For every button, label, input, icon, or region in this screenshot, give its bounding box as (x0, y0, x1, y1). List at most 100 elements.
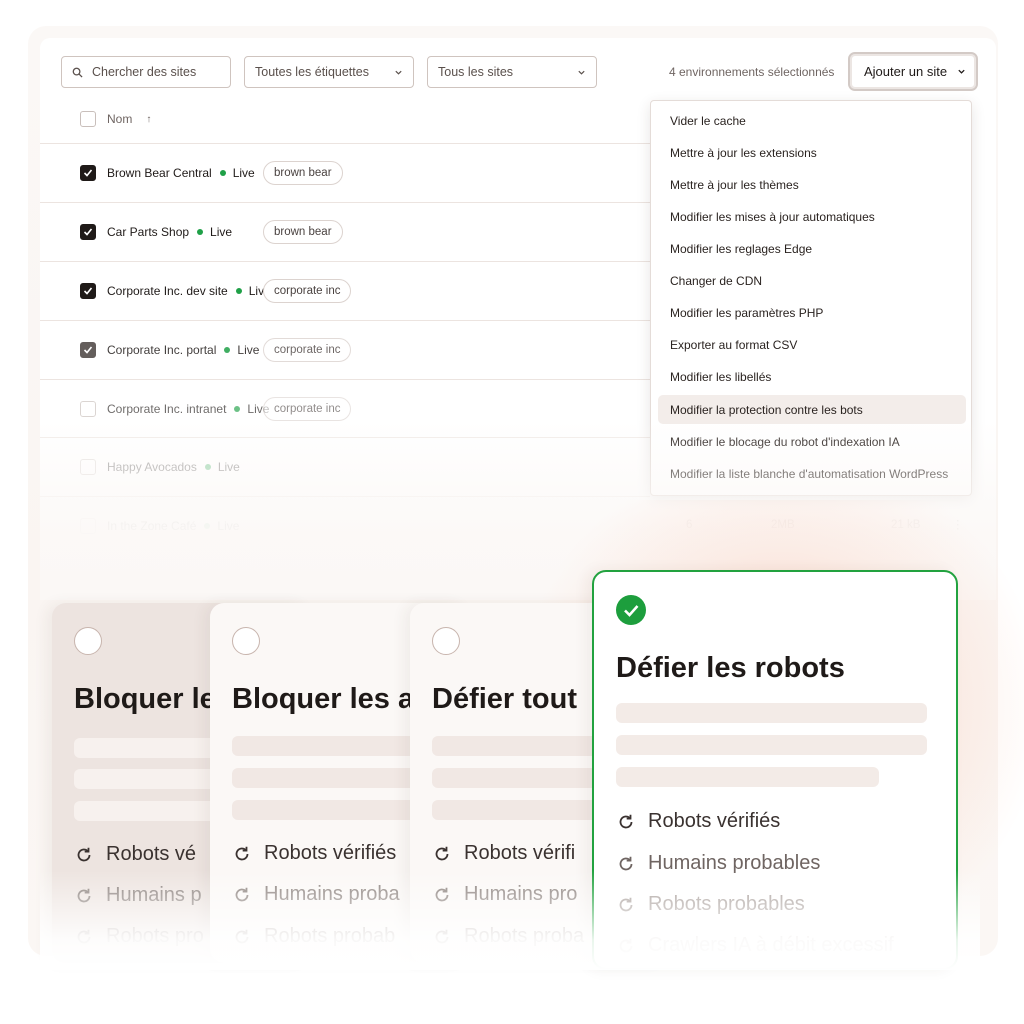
table-row[interactable]: In the Zone Café Live (80, 514, 640, 538)
menu-item-ai-crawler-blocking[interactable]: Modifier le blocage du robot d'indexatio… (658, 427, 966, 456)
chevron-down-icon (958, 69, 965, 74)
radio-button[interactable] (432, 627, 460, 655)
table-row[interactable]: Happy Avocados Live (80, 455, 640, 479)
option-card-selected[interactable]: Défier les robots Robots vérifiés Humain… (592, 570, 958, 970)
status-label: Live (217, 460, 240, 474)
site-name[interactable]: Corporate Inc. dev site (107, 284, 228, 298)
feature-item: Humains p (74, 884, 202, 907)
more-options-icon[interactable]: ⋮ (952, 517, 964, 531)
status-dot (224, 347, 231, 353)
menu-item-bot-protection[interactable]: Modifier la protection contre les bots (658, 395, 966, 424)
card-title: Défier tout (432, 683, 577, 715)
app-frame: Chercher des sites Toutes les étiquettes… (0, 0, 1024, 1024)
row-checkbox[interactable] (80, 283, 96, 299)
menu-item-edit-labels[interactable]: Modifier les libellés (658, 362, 966, 391)
feature-item: Crawlers IA à débit excessif (616, 934, 894, 957)
status-dot (204, 523, 211, 529)
refresh-icon (235, 929, 249, 943)
menu-item-update-plugins[interactable]: Mettre à jour les extensions (658, 138, 966, 167)
row-checkbox[interactable] (80, 518, 96, 534)
menu-item-edge-settings[interactable]: Modifier les reglages Edge (658, 234, 966, 263)
refresh-icon (235, 846, 249, 860)
table-row[interactable]: Corporate Inc. portal Live (80, 338, 640, 362)
select-all-checkbox[interactable] (80, 111, 96, 127)
add-site-label: Ajouter un site (864, 64, 948, 79)
site-name[interactable]: Happy Avocados (107, 460, 197, 474)
table-row[interactable]: Brown Bear Central Live (80, 161, 640, 185)
menu-item-clear-cache[interactable]: Vider le cache (658, 106, 966, 135)
feature-item: Robots probables (616, 893, 805, 916)
radio-button[interactable] (74, 627, 102, 655)
status-dot (204, 464, 211, 470)
site-tag[interactable]: corporate inc (263, 338, 352, 362)
site-tag[interactable]: brown bear (263, 161, 343, 185)
status-dot (234, 406, 241, 412)
refresh-icon (619, 856, 633, 870)
divider (40, 496, 650, 497)
card-title: Bloquer le (74, 683, 216, 715)
search-input[interactable]: Chercher des sites (61, 56, 231, 88)
row-checkbox[interactable] (80, 224, 96, 240)
row-checkbox[interactable] (80, 401, 96, 417)
feature-item: Robots vérifiés (616, 810, 780, 833)
refresh-icon (619, 897, 633, 911)
divider (40, 261, 650, 262)
feature-item: Robots proba (432, 925, 584, 948)
refresh-icon (77, 888, 91, 902)
feature-item: Humains probables (616, 852, 820, 875)
sort-arrow-icon: ↑ (146, 113, 152, 125)
divider (40, 379, 650, 380)
card-title: Défier les robots (616, 652, 845, 684)
menu-item-change-cdn[interactable]: Changer de CDN (658, 266, 966, 295)
divider (40, 320, 650, 321)
feature-item: Robots vérifi (432, 842, 575, 865)
table-row[interactable]: Car Parts Shop Live (80, 220, 640, 244)
refresh-icon (77, 847, 91, 861)
placeholder-line (616, 735, 927, 755)
refresh-icon (619, 938, 633, 952)
status-label: Live (232, 166, 255, 180)
tags-filter-label: Toutes les étiquettes (255, 65, 369, 79)
status-dot (197, 229, 204, 235)
divider (40, 437, 650, 438)
refresh-icon (235, 887, 249, 901)
menu-item-update-themes[interactable]: Mettre à jour les thèmes (658, 170, 966, 199)
menu-item-php-settings[interactable]: Modifier les paramètres PHP (658, 298, 966, 327)
site-name[interactable]: Corporate Inc. intranet (107, 402, 226, 416)
status-label: Live (237, 343, 260, 357)
feature-item: Humains pro (432, 883, 577, 906)
site-tag[interactable]: brown bear (263, 220, 343, 244)
row-checkbox[interactable] (80, 342, 96, 358)
menu-item-export-csv[interactable]: Exporter au format CSV (658, 330, 966, 359)
add-site-button[interactable]: Ajouter un site (848, 52, 978, 91)
radio-button[interactable] (232, 627, 260, 655)
status-dot (235, 288, 242, 294)
tags-filter-select[interactable]: Toutes les étiquettes (244, 56, 414, 88)
name-column-header[interactable]: Nom (107, 112, 132, 126)
placeholder-line (616, 703, 927, 723)
site-name[interactable]: In the Zone Café (107, 519, 196, 533)
menu-item-auto-updates[interactable]: Modifier les mises à jour automatiques (658, 202, 966, 231)
check-circle-icon[interactable] (616, 595, 646, 625)
feature-item: Robots probab (232, 925, 395, 948)
row-checkbox[interactable] (80, 459, 96, 475)
site-name[interactable]: Corporate Inc. portal (107, 343, 216, 357)
refresh-icon (435, 846, 449, 860)
status-label: Live (210, 225, 233, 239)
status-label: Live (217, 519, 240, 533)
site-name[interactable]: Brown Bear Central (107, 166, 212, 180)
site-tag[interactable]: corporate inc (263, 279, 352, 303)
feature-item: Robots vérifiés (232, 842, 396, 865)
row-checkbox[interactable] (80, 165, 96, 181)
menu-item-wp-automation-allowlist[interactable]: Modifier la liste blanche d'automatisati… (658, 459, 966, 488)
table-row[interactable]: Corporate Inc. dev site Live (80, 279, 640, 303)
site-tag[interactable]: corporate inc (263, 397, 352, 421)
divider (40, 202, 650, 203)
chevron-down-icon (395, 70, 402, 75)
site-name[interactable]: Car Parts Shop (107, 225, 189, 239)
sites-filter-select[interactable]: Tous les sites (427, 56, 597, 88)
feature-item: Humains proba (232, 883, 400, 906)
bandwidth-cell: 21 kB (891, 519, 921, 531)
divider (40, 143, 650, 144)
table-row[interactable]: Corporate Inc. intranet Live (80, 397, 640, 421)
